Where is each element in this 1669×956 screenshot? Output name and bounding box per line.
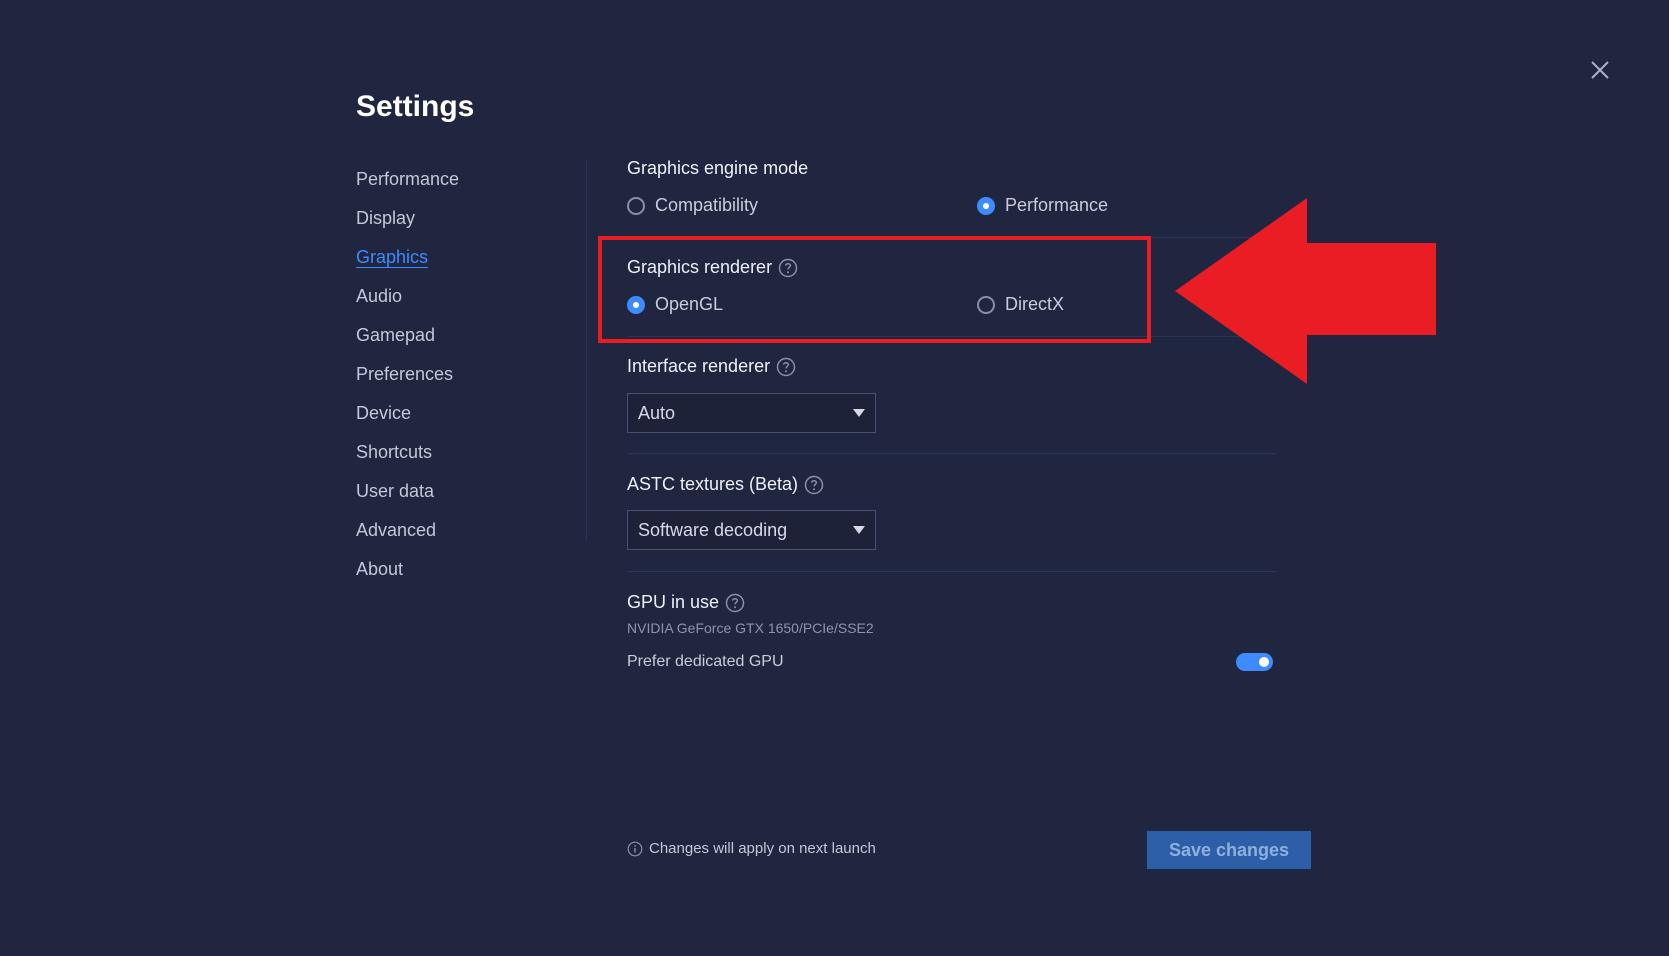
footer-note: Changes will apply on next launch: [627, 840, 876, 857]
chevron-down-icon: [853, 409, 865, 417]
chevron-down-icon: [853, 526, 865, 534]
engine-mode-performance-option[interactable]: Performance: [977, 195, 1108, 216]
radio-label: Compatibility: [655, 195, 759, 215]
sidebar-item-device[interactable]: Device: [356, 394, 556, 433]
save-button[interactable]: Save changes: [1147, 831, 1311, 869]
sidebar-item-label: Graphics: [356, 247, 429, 267]
sidebar-item-user-data[interactable]: User data: [356, 472, 556, 511]
interface-renderer-label: Interface renderer: [627, 356, 771, 376]
sidebar-item-label: Performance: [356, 169, 460, 189]
sidebar-item-label: Display: [356, 208, 416, 228]
prefer-gpu-toggle[interactable]: [1236, 653, 1273, 671]
section-divider: [627, 453, 1277, 454]
sidebar-item-label: Device: [356, 403, 412, 423]
sidebar-item-about[interactable]: About: [356, 550, 556, 589]
sidebar-item-shortcuts[interactable]: Shortcuts: [356, 433, 556, 472]
astc-label: ASTC textures (Beta): [627, 474, 799, 494]
sidebar-item-performance[interactable]: Performance: [356, 160, 556, 199]
help-icon[interactable]: [776, 357, 796, 377]
annotation-highlight-box: [598, 236, 1151, 343]
engine-mode-label: Graphics engine mode: [627, 158, 809, 178]
page-title: Settings: [356, 90, 475, 123]
sidebar-item-graphics[interactable]: Graphics: [356, 238, 556, 277]
gpu-label: GPU in use: [627, 592, 720, 612]
radio-compatibility[interactable]: [627, 196, 645, 215]
sidebar-nav: Performance Display Graphics Audio Gamep…: [356, 160, 556, 589]
help-icon[interactable]: [804, 475, 824, 495]
astc-dropdown[interactable]: Software decoding: [627, 510, 876, 550]
sidebar-item-gamepad[interactable]: Gamepad: [356, 316, 556, 355]
section-divider: [627, 571, 1277, 572]
footer-note-text: Changes will apply on next launch: [649, 840, 876, 857]
sidebar-item-preferences[interactable]: Preferences: [356, 355, 556, 394]
dropdown-value: Auto: [638, 402, 676, 423]
dropdown-value: Software decoding: [638, 519, 788, 540]
help-icon[interactable]: [725, 593, 745, 613]
radio-performance[interactable]: [977, 196, 995, 215]
interface-renderer-dropdown[interactable]: Auto: [627, 393, 876, 433]
sidebar-item-audio[interactable]: Audio: [356, 277, 556, 316]
info-icon: [627, 841, 643, 857]
settings-window: Settings Performance Display Graphics Au…: [0, 0, 1669, 956]
interface-renderer-label-row: Interface renderer: [627, 356, 796, 377]
sidebar-item-label: Preferences: [356, 364, 454, 384]
gpu-label-row: GPU in use: [627, 592, 745, 613]
sidebar-item-label: Advanced: [356, 520, 437, 540]
engine-mode-compatibility-option[interactable]: Compatibility: [627, 195, 758, 216]
astc-label-row: ASTC textures (Beta): [627, 474, 824, 495]
gpu-name: NVIDIA GeForce GTX 1650/PCIe/SSE2: [627, 620, 874, 636]
sidebar-item-label: Audio: [356, 286, 403, 306]
sidebar-item-label: Shortcuts: [356, 442, 433, 462]
annotation-arrow-icon: [1175, 198, 1436, 384]
sidebar-item-display[interactable]: Display: [356, 199, 556, 238]
close-icon: [1586, 56, 1614, 84]
sidebar-item-label: About: [356, 559, 404, 579]
sidebar-item-label: User data: [356, 481, 435, 501]
radio-label: Performance: [1005, 195, 1109, 215]
sidebar-divider: [586, 160, 587, 540]
prefer-gpu-label: Prefer dedicated GPU: [627, 653, 784, 670]
sidebar-item-label: Gamepad: [356, 325, 436, 345]
close-button[interactable]: [1586, 56, 1614, 84]
sidebar-item-advanced[interactable]: Advanced: [356, 511, 556, 550]
